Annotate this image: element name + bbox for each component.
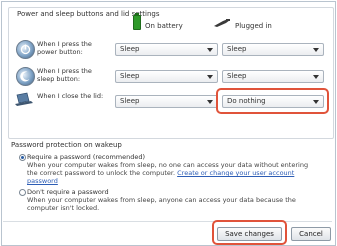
- power-button-plugged-dropdown[interactable]: Sleep: [222, 43, 324, 56]
- dropdown-value: Sleep: [120, 97, 140, 105]
- power-button-battery-dropdown[interactable]: Sleep: [115, 43, 218, 56]
- plug-icon: [214, 19, 230, 27]
- sleep-button-icon: [16, 67, 35, 86]
- laptop-lid-icon: [15, 92, 33, 106]
- close-lid-label: When I close the lid:: [37, 92, 104, 100]
- password-section-heading: Password protection on wakeup: [11, 141, 122, 149]
- sleep-button-label: When I press the sleep button:: [37, 67, 92, 83]
- dropdown-value: Sleep: [227, 45, 247, 53]
- dropdown-value: Sleep: [227, 72, 247, 80]
- settings-window: Power and sleep buttons and lid settings…: [1, 1, 336, 246]
- chevron-down-icon: [313, 75, 319, 79]
- plugged-in-header: Plugged in: [235, 22, 272, 30]
- dropdown-value: Sleep: [120, 45, 140, 53]
- chevron-down-icon: [207, 75, 213, 79]
- on-battery-header: On battery: [145, 22, 183, 30]
- battery-icon: [133, 13, 141, 30]
- require-password-radio[interactable]: [19, 154, 26, 161]
- close-lid-plugged-dropdown[interactable]: Do nothing: [222, 95, 324, 108]
- save-changes-button[interactable]: Save changes: [217, 227, 282, 241]
- no-password-label[interactable]: Don't require a password: [27, 188, 109, 196]
- dropdown-value: Sleep: [120, 72, 140, 80]
- chevron-down-icon: [207, 48, 213, 52]
- chevron-down-icon: [207, 100, 213, 104]
- close-lid-battery-dropdown[interactable]: Sleep: [115, 95, 218, 108]
- no-password-radio[interactable]: [19, 189, 26, 196]
- chevron-down-icon: [313, 100, 319, 104]
- chevron-down-icon: [313, 48, 319, 52]
- power-button-label: When I press the power button:: [37, 40, 92, 56]
- cancel-button[interactable]: Cancel: [291, 227, 331, 241]
- dropdown-value: Do nothing: [227, 97, 266, 105]
- no-password-description: When your computer wakes from sleep, any…: [27, 196, 296, 212]
- sleep-button-battery-dropdown[interactable]: Sleep: [115, 70, 218, 83]
- require-password-description: When your computer wakes from sleep, no …: [27, 161, 317, 185]
- sleep-button-plugged-dropdown[interactable]: Sleep: [222, 70, 324, 83]
- require-password-label[interactable]: Require a password (recommended): [27, 153, 145, 161]
- power-button-icon: [16, 40, 35, 59]
